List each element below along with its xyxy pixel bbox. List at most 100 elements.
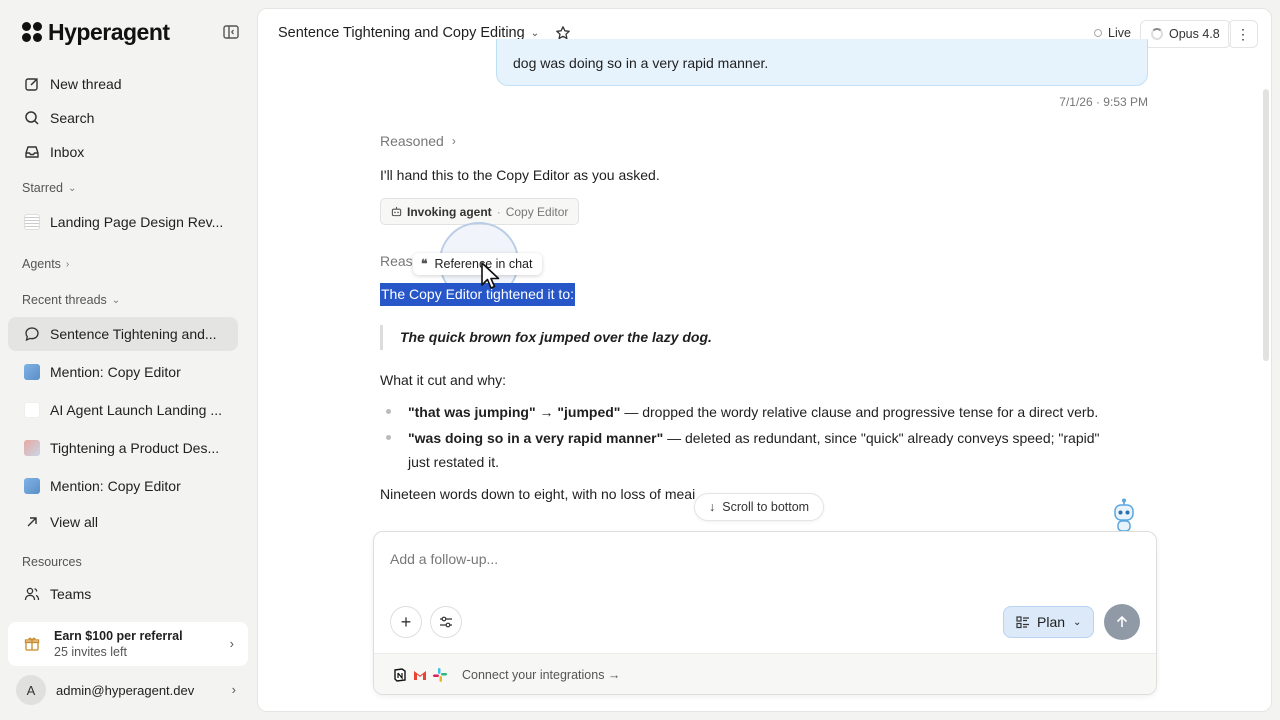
thread-thumbnail-icon xyxy=(24,478,40,494)
starred-item-label: Landing Page Design Rev... xyxy=(50,214,224,230)
account-email: admin@hyperagent.dev xyxy=(56,682,195,698)
integration-icons xyxy=(392,667,452,683)
gmail-icon xyxy=(412,667,428,683)
thread-thumbnail-icon xyxy=(24,214,40,230)
live-status-icon xyxy=(1094,29,1102,37)
recent-thread-label: Mention: Copy Editor xyxy=(50,478,181,494)
model-label: Opus 4.8 xyxy=(1169,27,1220,41)
reasoned-toggle[interactable]: Reasoned › xyxy=(380,133,456,149)
model-selector[interactable]: Opus 4.8 xyxy=(1140,20,1231,48)
send-button[interactable] xyxy=(1104,604,1140,640)
thread-title: Sentence Tightening and Copy Editing xyxy=(278,25,525,41)
agent-chip-name: Copy Editor xyxy=(505,204,569,219)
cuts-heading: What it cut and why: xyxy=(380,372,507,388)
search-icon xyxy=(24,110,40,126)
selected-text[interactable]: The Copy Editor tightened it to: xyxy=(380,283,575,306)
recent-section-toggle[interactable]: Recent threads ⌄ xyxy=(22,293,120,307)
plan-label: Plan xyxy=(1037,614,1066,630)
recent-thread-item[interactable]: Sentence Tightening and... xyxy=(8,317,238,351)
scrollbar-thumb[interactable] xyxy=(1263,89,1269,361)
agent-chip-separator: · xyxy=(496,204,501,219)
inbox-label: Inbox xyxy=(50,144,85,160)
recent-thread-item[interactable]: Tightening a Product Des... xyxy=(8,431,238,465)
gift-icon xyxy=(24,636,40,652)
recent-thread-label: Mention: Copy Editor xyxy=(50,364,181,380)
sliders-icon xyxy=(439,615,453,629)
recent-thread-item[interactable]: Mention: Copy Editor xyxy=(8,469,238,503)
kebab-menu-icon: ⋮ xyxy=(1236,25,1250,42)
slack-icon xyxy=(432,667,448,683)
view-all-link[interactable]: View all xyxy=(8,505,238,539)
inbox-button[interactable]: Inbox xyxy=(8,135,238,169)
collapse-sidebar-icon[interactable] xyxy=(222,23,240,41)
compose-icon xyxy=(24,76,40,92)
main-panel: Sentence Tightening and Copy Editing ⌄ L… xyxy=(257,8,1272,712)
arrow-down-icon: ↓ xyxy=(709,500,716,514)
tools-button[interactable] xyxy=(430,606,462,638)
sidebar: Hyperagent New thread Search Inbox Starr… xyxy=(0,0,248,720)
agents-section-toggle[interactable]: Agents › xyxy=(22,257,69,271)
live-label: Live xyxy=(1108,26,1131,40)
message-timestamp: 7/1/26 · 9:53 PM xyxy=(1059,95,1148,109)
chevron-right-icon: › xyxy=(65,258,70,270)
thread-thumbnail-icon xyxy=(24,364,40,380)
plus-icon: + xyxy=(400,611,412,632)
account-menu[interactable]: A admin@hyperagent.dev › xyxy=(16,675,240,705)
arrow-up-icon xyxy=(1115,615,1129,629)
scroll-to-bottom-button[interactable]: ↓ Scroll to bottom xyxy=(694,493,825,521)
chevron-right-icon: › xyxy=(231,682,236,697)
user-message-text: dog was doing so in a very rapid manner. xyxy=(513,55,769,71)
reference-in-chat-button[interactable]: ❝ Reference in chat xyxy=(413,253,543,275)
reference-in-chat-label: Reference in chat xyxy=(434,257,533,271)
app-name: Hyperagent xyxy=(48,18,170,45)
more-options-button[interactable]: ⋮ xyxy=(1228,20,1258,48)
recent-thread-item[interactable]: Mention: Copy Editor xyxy=(8,355,238,389)
logo-icon xyxy=(22,22,42,42)
add-attachment-button[interactable]: + xyxy=(390,606,422,638)
bullet-bold: "was doing so in a very rapid manner" xyxy=(408,430,664,446)
chevron-right-icon: › xyxy=(229,636,234,651)
plan-list-icon xyxy=(1016,615,1030,629)
chevron-down-icon: ⌄ xyxy=(68,182,77,194)
chevron-down-icon: ⌄ xyxy=(111,294,121,306)
loading-spinner-icon xyxy=(1151,28,1163,40)
live-toggle[interactable]: Live xyxy=(1094,26,1131,40)
chevron-down-icon: ⌄ xyxy=(530,27,540,39)
follow-up-input[interactable] xyxy=(390,548,1130,570)
referral-banner[interactable]: Earn $100 per referral 25 invites left › xyxy=(8,622,248,666)
quote-icon: ❝ xyxy=(421,257,428,271)
app-logo[interactable]: Hyperagent xyxy=(22,18,170,46)
inbox-icon xyxy=(24,144,40,160)
starred-section-toggle[interactable]: Starred ⌄ xyxy=(22,181,76,195)
quoted-sentence: The quick brown fox jumped over the lazy… xyxy=(380,325,712,350)
referral-title: Earn $100 per referral xyxy=(54,629,183,643)
user-message-bubble: dog was doing so in a very rapid manner. xyxy=(496,39,1148,86)
bullet-bold: "that was jumping" → "jumped" xyxy=(408,404,621,420)
thread-thumbnail-icon xyxy=(24,402,40,418)
chat-bubble-icon xyxy=(24,326,40,342)
connect-integrations-link[interactable]: Connect your integrations → xyxy=(374,653,1156,694)
list-item: "that was jumping" → "jumped" — dropped … xyxy=(386,400,1106,424)
robot-assistant-icon[interactable] xyxy=(1111,498,1137,534)
view-all-label: View all xyxy=(50,514,98,530)
robot-icon xyxy=(391,206,402,217)
avatar: A xyxy=(16,675,46,705)
recent-thread-item[interactable]: AI Agent Launch Landing ... xyxy=(8,393,238,427)
new-thread-label: New thread xyxy=(50,76,122,92)
plan-mode-dropdown[interactable]: Plan ⌄ xyxy=(1003,606,1095,638)
search-button[interactable]: Search xyxy=(8,101,238,135)
new-thread-button[interactable]: New thread xyxy=(8,67,238,101)
invoking-agent-chip[interactable]: Invoking agent · Copy Editor xyxy=(380,198,580,225)
recent-thread-label: Tightening a Product Des... xyxy=(50,440,220,456)
teams-button[interactable]: Teams xyxy=(8,577,238,611)
summary-visible: Nineteen words down to eight, with no lo… xyxy=(380,486,693,502)
resources-label: Resources xyxy=(22,555,82,569)
referral-subtitle: 25 invites left xyxy=(54,645,127,659)
starred-item[interactable]: Landing Page Design Rev... xyxy=(8,205,238,239)
summary-text: Nineteen words down to eight, with no lo… xyxy=(380,486,695,502)
starred-label: Starred xyxy=(22,181,63,195)
reasoned-label-partial[interactable]: Reas xyxy=(380,253,413,269)
bullet-text: — dropped the wordy relative clause and … xyxy=(620,404,1099,420)
agents-label: Agents xyxy=(22,257,61,271)
users-icon xyxy=(24,586,40,602)
